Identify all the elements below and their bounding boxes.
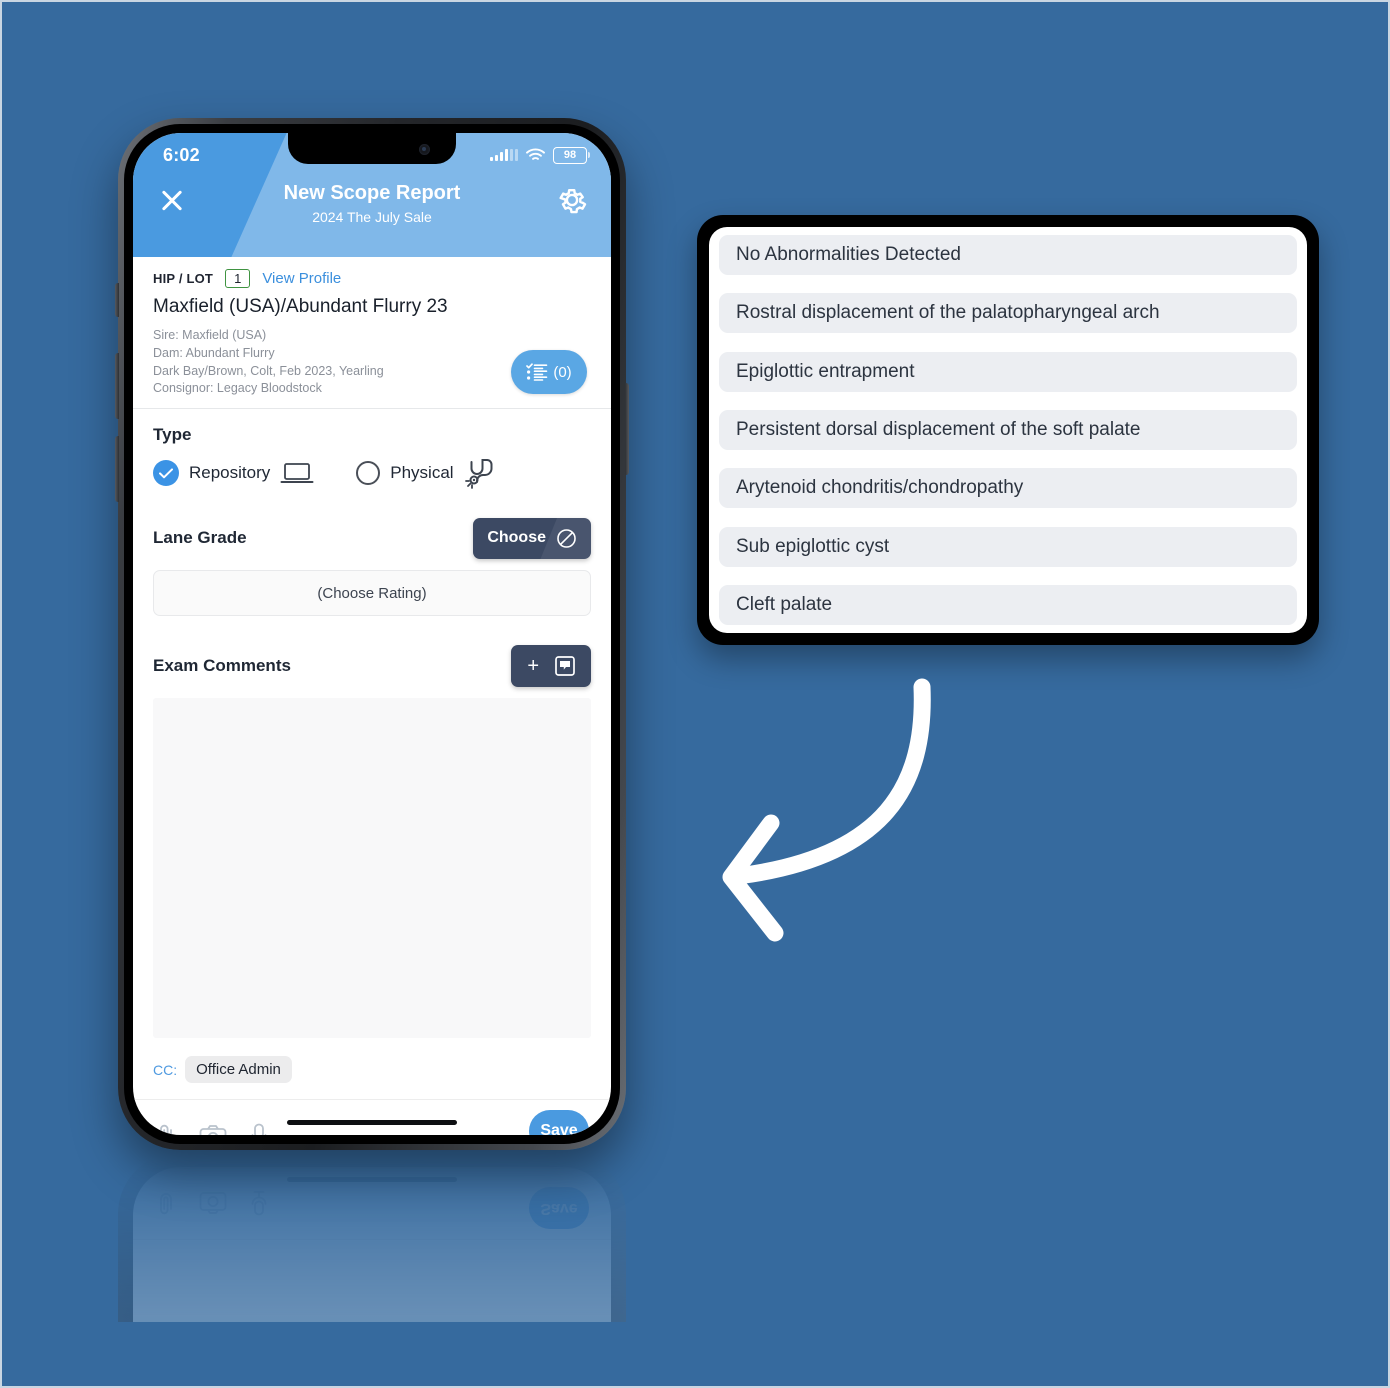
lane-grade-row: Lane Grade Choose (153, 516, 591, 560)
view-profile-link[interactable]: View Profile (262, 270, 341, 287)
exam-comments-header: Exam Comments + (153, 644, 591, 688)
battery-icon: 98 (553, 146, 590, 164)
phone-reflection: Save (118, 1152, 626, 1322)
cellular-signal-icon (490, 149, 518, 161)
checklist-count-label: (0) (553, 363, 572, 381)
cc-label: CC: (153, 1061, 178, 1078)
page-subtitle: 2024 The July Sale (312, 209, 432, 225)
hip-lot-row: HIP / LOT 1 View Profile (153, 269, 591, 288)
paperclip-icon[interactable] (155, 1123, 177, 1135)
radio-physical[interactable] (356, 461, 381, 485)
cc-recipient-chip[interactable]: Office Admin (185, 1056, 292, 1083)
battery-level: 98 (563, 149, 577, 161)
hip-lot-label: HIP / LOT (153, 271, 214, 286)
comment-bubble-icon[interactable] (555, 656, 575, 676)
checklist-count-button[interactable]: (0) (511, 350, 587, 394)
radio-physical-label: Physical (390, 463, 454, 482)
curved-left-arrow-icon (722, 678, 931, 942)
cc-row: CC: Office Admin (133, 1038, 611, 1099)
options-list: No Abnormalities Detected Rostral displac… (709, 227, 1307, 633)
status-time: 6:02 (163, 144, 200, 165)
choose-button[interactable]: Choose (473, 517, 591, 559)
rating-select[interactable]: (Choose Rating) (153, 570, 591, 616)
phone-mockup: 6:02 98 New Scope Report 2024 The July S… (115, 118, 629, 1150)
bottom-toolbar: Save (133, 1099, 611, 1135)
front-camera-icon (419, 144, 430, 155)
plus-icon[interactable]: + (527, 656, 539, 676)
rating-value: (Choose Rating) (317, 584, 427, 602)
option-row[interactable]: Rostral displacement of the palatopharyn… (719, 293, 1297, 334)
wifi-icon (526, 148, 545, 160)
circle-slash-icon (557, 528, 576, 548)
exam-comments-actions[interactable]: + (511, 645, 591, 687)
lane-grade-label: Lane Grade (153, 528, 247, 547)
stethoscope-icon (464, 459, 493, 489)
laptop-icon (280, 463, 314, 483)
checklist-icon (526, 363, 548, 381)
exam-comments-textarea[interactable] (153, 698, 591, 1038)
option-row[interactable]: Arytenoid chondritis/chondropathy (719, 468, 1297, 509)
page-title: New Scope Report (283, 182, 461, 204)
radio-repository[interactable] (153, 460, 179, 486)
option-row[interactable]: Cleft palate (719, 584, 1297, 625)
silent-switch[interactable] (115, 283, 119, 317)
home-indicator (287, 1120, 457, 1125)
option-row[interactable]: Persistent dorsal displacement of the so… (719, 409, 1297, 450)
volume-down-button[interactable] (115, 436, 119, 502)
notch (288, 133, 456, 164)
type-label: Type (153, 425, 192, 444)
radio-repository-label: Repository (189, 463, 271, 482)
abnormality-options-panel: No Abnormalities Detected Rostral displac… (697, 215, 1319, 645)
camera-icon[interactable] (199, 1124, 227, 1135)
choose-button-label: Choose (487, 529, 546, 546)
phone-screen: 6:02 98 New Scope Report 2024 The July S… (133, 133, 611, 1135)
horse-name: Maxfield (USA)/Abundant Flurry 23 (153, 296, 448, 317)
horse-sire: Sire: Maxfield (USA) (153, 328, 267, 342)
close-icon[interactable] (155, 183, 189, 217)
volume-up-button[interactable] (115, 353, 119, 419)
power-button[interactable] (625, 383, 629, 475)
option-row[interactable]: No Abnormalities Detected (719, 235, 1297, 275)
microphone-icon[interactable] (249, 1123, 269, 1135)
option-row[interactable]: Epiglottic entrapment (719, 351, 1297, 392)
gear-icon[interactable] (555, 183, 589, 217)
hip-lot-number[interactable]: 1 (225, 269, 251, 288)
option-row[interactable]: Sub epiglottic cyst (719, 526, 1297, 567)
save-button[interactable]: Save (529, 1110, 589, 1135)
exam-comments-label: Exam Comments (153, 656, 291, 675)
nav-bar: New Scope Report 2024 The July Sale (133, 177, 611, 257)
horse-info-block: HIP / LOT 1 View Profile Maxfield (USA)/… (133, 257, 611, 409)
form-area: Type Repository Physical Lane Grade Choo… (133, 409, 611, 1038)
type-options-row: Repository Physical (153, 456, 591, 490)
